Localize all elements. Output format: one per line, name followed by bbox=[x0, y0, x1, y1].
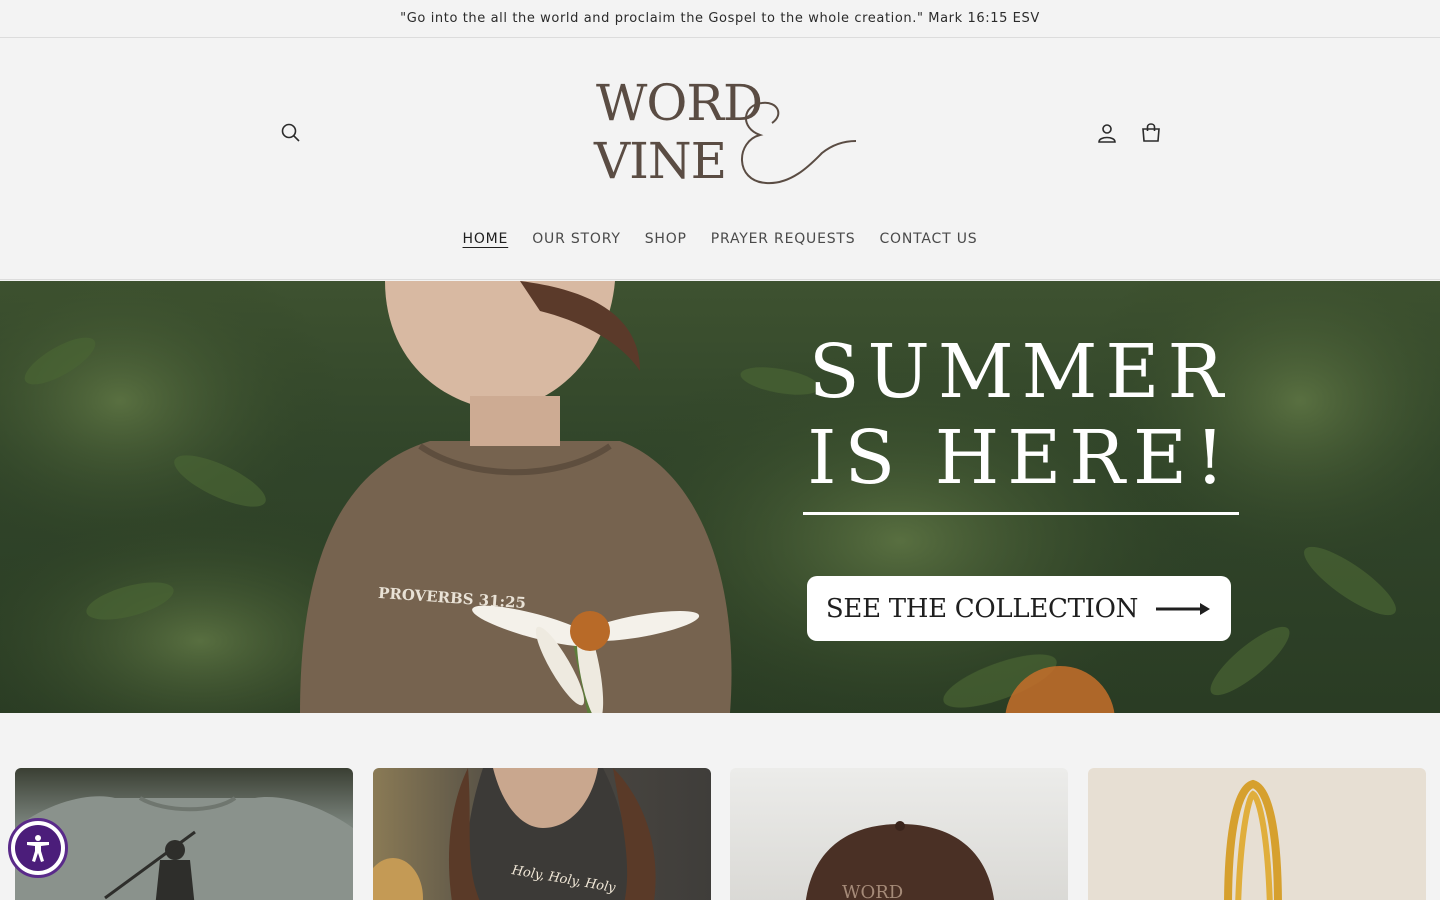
cart-button[interactable] bbox=[1133, 115, 1169, 151]
account-button[interactable] bbox=[1089, 115, 1125, 151]
hero-heading-line1: SUMMER bbox=[808, 329, 1232, 415]
main-nav: HOME OUR STORY SHOP PRAYER REQUESTS CONT… bbox=[0, 227, 1440, 251]
hero-heading: SUMMER IS HERE! bbox=[800, 329, 1240, 501]
announcement-text: "Go into the all the world and proclaim … bbox=[400, 11, 1040, 26]
nav-shop[interactable]: SHOP bbox=[645, 227, 687, 251]
ampersand-icon bbox=[741, 101, 857, 185]
search-icon bbox=[281, 123, 300, 142]
search-button[interactable] bbox=[273, 115, 309, 151]
logo-vine: VINE bbox=[594, 132, 727, 190]
card-image bbox=[15, 796, 353, 900]
announcement-bar: "Go into the all the world and proclaim … bbox=[0, 0, 1440, 38]
cart-icon bbox=[1142, 123, 1160, 142]
card-hat-text: WORD bbox=[842, 882, 904, 900]
card-image bbox=[806, 821, 994, 900]
nav-contact-us[interactable]: CONTACT US bbox=[879, 227, 977, 251]
accessibility-button[interactable] bbox=[8, 818, 68, 878]
see-collection-label: SEE THE COLLECTION bbox=[825, 593, 1139, 624]
nav-our-story[interactable]: OUR STORY bbox=[532, 227, 621, 251]
collection-card[interactable] bbox=[15, 768, 353, 900]
nav-prayer-requests[interactable]: PRAYER REQUESTS bbox=[711, 227, 856, 251]
collection-card[interactable]: WORD bbox=[730, 768, 1068, 900]
see-collection-button[interactable]: SEE THE COLLECTION bbox=[807, 576, 1231, 641]
account-icon bbox=[1098, 124, 1116, 143]
collection-card[interactable]: Holy, Holy, Holy bbox=[373, 768, 711, 900]
hero-banner: PROVERBS 31:25 SUMMER IS HERE! SEE THE C… bbox=[0, 281, 1440, 713]
hero-divider bbox=[803, 512, 1239, 515]
collection-card[interactable] bbox=[1088, 768, 1426, 900]
logo[interactable]: WORD VINE bbox=[592, 73, 858, 193]
hero-heading-line2: IS HERE! bbox=[807, 415, 1233, 501]
site-header: WORD VINE HOME OUR STORY SHOP PRAYER REQ… bbox=[0, 39, 1440, 280]
accessibility-icon bbox=[27, 835, 49, 862]
collection-cards: Holy, Holy, Holy WORD bbox=[15, 768, 1426, 900]
arrow-right-icon bbox=[1156, 602, 1211, 615]
nav-home[interactable]: HOME bbox=[463, 227, 509, 251]
card-image bbox=[1224, 779, 1282, 900]
